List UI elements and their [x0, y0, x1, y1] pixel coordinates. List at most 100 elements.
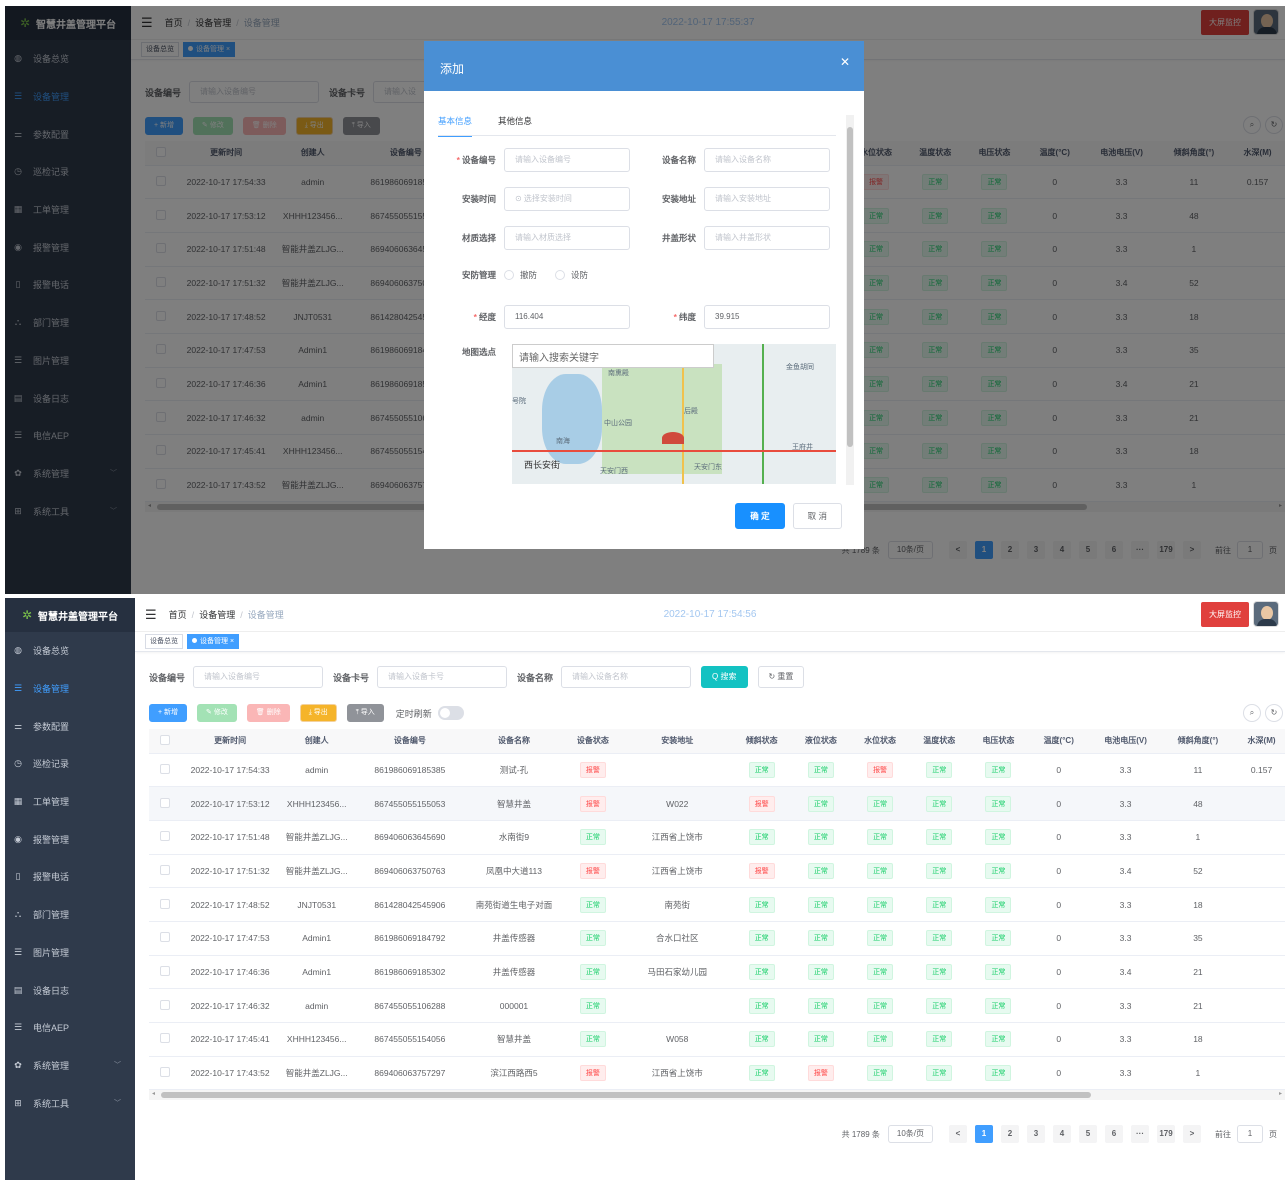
- close-icon[interactable]: ✕: [840, 55, 850, 69]
- table-row[interactable]: 2022-10-17 17:54:33admin861986069185385测…: [149, 753, 1285, 788]
- map-label: 南海: [556, 438, 570, 445]
- sidebar-item[interactable]: ◉ 报警管理: [5, 820, 135, 858]
- goto-page-input[interactable]: 1: [1237, 1125, 1263, 1143]
- name-search-input[interactable]: 请输入设备名称: [561, 666, 692, 688]
- table-row[interactable]: 2022-10-17 17:53:12XHHH123456...86745505…: [149, 786, 1285, 821]
- table-row[interactable]: 2022-10-17 17:45:41XHHH123456...86745505…: [149, 1022, 1285, 1057]
- cell-temp_st: 正常: [909, 1022, 969, 1057]
- avatar[interactable]: [1253, 601, 1279, 627]
- add-button[interactable]: + 新增: [149, 704, 188, 722]
- import-button[interactable]: ⤒ 导入: [346, 704, 384, 722]
- page-number[interactable]: 6: [1105, 1125, 1123, 1143]
- code-search-input[interactable]: 请输入设备编号: [193, 666, 324, 688]
- sidebar-item[interactable]: ▦ 工单管理: [5, 783, 135, 821]
- tag-device[interactable]: 设备管理 ×: [187, 634, 240, 649]
- status-badge: 正常: [867, 896, 894, 913]
- table-row[interactable]: 2022-10-17 17:46:32admin8674550551062880…: [149, 988, 1285, 1023]
- page-number[interactable]: 1: [975, 1125, 993, 1143]
- install-time-picker[interactable]: ⊙ 选择安装时间: [504, 187, 630, 211]
- cell-liquid: 正常: [791, 820, 851, 855]
- dialog-scrollbar[interactable]: [846, 115, 854, 485]
- tag-overview[interactable]: 设备总览: [145, 634, 183, 649]
- table-row[interactable]: 2022-10-17 17:43:52智能井盖ZLJG...8694060637…: [149, 1056, 1285, 1091]
- horizontal-scrollbar[interactable]: ◂▸: [149, 1090, 1285, 1101]
- shape-field[interactable]: 请输入井盖形状: [704, 226, 830, 250]
- sidebar-item[interactable]: ☰ 设备管理: [5, 670, 135, 708]
- row-checkbox[interactable]: [160, 932, 171, 943]
- refresh-icon[interactable]: ↻: [1265, 704, 1283, 722]
- code-field[interactable]: 请输入设备编号: [504, 148, 630, 172]
- sidebar-item[interactable]: ⛬ 部门管理: [5, 896, 135, 934]
- cell-addr: 南苑街: [622, 887, 733, 922]
- sidebar-item[interactable]: ☰ 图片管理: [5, 934, 135, 972]
- lng-field[interactable]: 116.404: [504, 305, 630, 329]
- select-all-checkbox[interactable]: [160, 734, 171, 745]
- map-search-input[interactable]: 请输入搜索关键字: [512, 344, 714, 368]
- next-page-button[interactable]: >: [1183, 1125, 1201, 1143]
- sidebar-item[interactable]: ☰ 电信AEP: [5, 1009, 135, 1047]
- row-checkbox[interactable]: [160, 1033, 171, 1044]
- breadcrumb-home[interactable]: 首页: [169, 610, 187, 620]
- auto-refresh-toggle[interactable]: [437, 706, 464, 720]
- row-checkbox[interactable]: [160, 999, 171, 1010]
- tab-basic-info[interactable]: 基本信息: [438, 115, 473, 137]
- status-badge: 正常: [985, 1031, 1012, 1048]
- prev-page-button[interactable]: <: [949, 1125, 967, 1143]
- map-picker[interactable]: 请输入搜索关键字 金鱼胡同 南熏殿 后殿 中山公园 王府井 西长安街 南海 天安…: [512, 344, 836, 484]
- row-checkbox[interactable]: [160, 1067, 171, 1078]
- sidebar-item[interactable]: ▤ 设备日志: [5, 971, 135, 1009]
- row-checkbox[interactable]: [160, 965, 171, 976]
- row-checkbox[interactable]: [160, 763, 171, 774]
- cell-angle: 21: [1161, 988, 1235, 1023]
- row-checkbox[interactable]: [160, 898, 171, 909]
- page-size-select[interactable]: 10条/页: [887, 1125, 933, 1143]
- cell-angle: 1: [1161, 820, 1235, 855]
- lat-field[interactable]: 39.915: [704, 305, 830, 329]
- table-row[interactable]: 2022-10-17 17:51:32智能井盖ZLJG...8694060637…: [149, 854, 1285, 889]
- table-row[interactable]: 2022-10-17 17:51:48智能井盖ZLJG...8694060636…: [149, 820, 1285, 855]
- table-row[interactable]: 2022-10-17 17:48:52JNJT05318614280425459…: [149, 887, 1285, 922]
- confirm-button[interactable]: 确 定: [735, 503, 785, 529]
- page-number[interactable]: 2: [1001, 1125, 1019, 1143]
- cancel-button[interactable]: 取 消: [792, 503, 842, 529]
- table-row[interactable]: 2022-10-17 17:46:36Admin1861986069185302…: [149, 955, 1285, 990]
- row-checkbox[interactable]: [160, 797, 171, 808]
- row-checkbox[interactable]: [160, 831, 171, 842]
- form-row-material: 材质选择 请输入材质选择: [424, 226, 630, 250]
- hamburger-icon[interactable]: ☰: [145, 607, 157, 623]
- status-badge: 报警: [579, 795, 606, 812]
- reset-button[interactable]: ↻ 重置: [757, 666, 805, 688]
- page-number[interactable]: 5: [1079, 1125, 1097, 1143]
- name-field[interactable]: 请输入设备名称: [704, 148, 830, 172]
- radio-arm[interactable]: 设防: [555, 269, 588, 281]
- breadcrumb-level1[interactable]: 设备管理: [199, 610, 235, 620]
- sidebar-item[interactable]: ▯ 报警电话: [5, 858, 135, 896]
- status-badge: 正常: [985, 930, 1012, 947]
- page-number[interactable]: 179: [1157, 1125, 1175, 1143]
- delete-button[interactable]: 🗑 删除: [246, 704, 290, 722]
- bigscreen-button[interactable]: 大屏监控: [1201, 602, 1249, 627]
- sidebar-item[interactable]: ✿ 系统管理 ﹀: [5, 1047, 135, 1085]
- row-checkbox[interactable]: [160, 864, 171, 875]
- material-field[interactable]: 请输入材质选择: [504, 226, 630, 250]
- card-search-input[interactable]: 请输入设备卡号: [377, 666, 508, 688]
- radio-disarm[interactable]: 撤防: [504, 269, 537, 281]
- page-number[interactable]: 3: [1027, 1125, 1045, 1143]
- sidebar-item[interactable]: ⊞ 系统工具 ﹀: [5, 1084, 135, 1122]
- cell-liquid: 正常: [791, 1022, 851, 1057]
- sidebar-item[interactable]: ◷ 巡检记录: [5, 745, 135, 783]
- page-number[interactable]: 4: [1053, 1125, 1071, 1143]
- sidebar-item[interactable]: ⚌ 参数配置: [5, 707, 135, 745]
- table-row[interactable]: 2022-10-17 17:47:53Admin1861986069184792…: [149, 921, 1285, 956]
- tab-other-info[interactable]: 其他信息: [498, 115, 532, 137]
- search-toggle-icon[interactable]: ⌕: [1243, 704, 1261, 722]
- dashboard-icon: ◍: [14, 645, 22, 656]
- sidebar-item[interactable]: ◍ 设备总览: [5, 632, 135, 670]
- search-button[interactable]: Q 搜索: [701, 666, 748, 688]
- page-number[interactable]: ···: [1131, 1125, 1149, 1143]
- edit-button[interactable]: ✎ 修改: [197, 704, 237, 722]
- addr-field[interactable]: 请输入安装地址: [704, 187, 830, 211]
- export-button[interactable]: ⤓ 导出: [299, 704, 337, 722]
- log-icon: ▤: [13, 984, 23, 995]
- sidebar-item-label: 报警管理: [33, 834, 70, 845]
